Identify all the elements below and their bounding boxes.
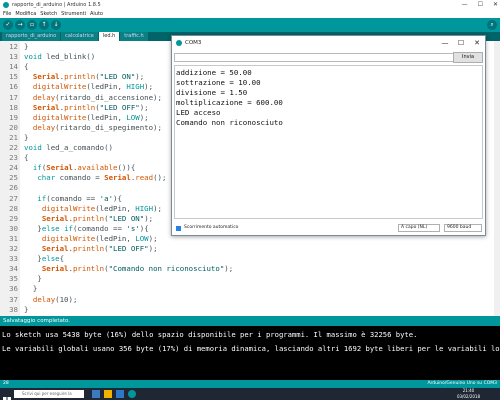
verify-icon[interactable]: ✓ <box>3 20 13 30</box>
explorer-icon[interactable] <box>104 390 112 398</box>
serial-minimize-button[interactable]: — <box>437 36 453 50</box>
arduino-taskbar-icon[interactable] <box>128 390 136 398</box>
windows-start-icon[interactable] <box>3 390 11 400</box>
taskbar-clock: 21:40 03/02/2018 <box>457 388 480 400</box>
window-controls: — ☐ ✕ <box>462 1 498 8</box>
serial-output-line: addizione = 50.00 <box>176 68 252 77</box>
line-number: 38 <box>9 304 18 314</box>
taskbar: Scrivi qui per eseguire la ricerca 21:40… <box>0 388 500 400</box>
autoscroll-checkbox[interactable] <box>176 226 181 231</box>
edge-icon[interactable] <box>116 390 124 398</box>
status-text: Salvataggio completato. <box>3 318 71 324</box>
code-line: 38} <box>0 304 500 315</box>
status-bar: Salvataggio completato. <box>0 316 500 326</box>
serial-output-line: divisione = 1.50 <box>176 88 248 97</box>
output-console: Lo sketch usa 5438 byte (16%) dello spaz… <box>0 326 500 380</box>
serial-maximize-button[interactable]: ☐ <box>453 36 469 50</box>
code-text: } <box>24 304 29 314</box>
serial-monitor-window: COM3 — ☐ ✕ Invia addizione = 50.00 sottra… <box>171 35 486 236</box>
serial-close-button[interactable]: ✕ <box>469 36 485 50</box>
toolbar: ✓ → ▫ ↑ ↓ ⌕ <box>0 18 500 32</box>
menu-file[interactable]: File <box>3 11 11 17</box>
window-title: rapporto_di_arduino | Arduino 1.8.5 <box>12 2 101 8</box>
upload-icon[interactable]: → <box>15 20 25 30</box>
maximize-button[interactable]: ☐ <box>478 1 483 8</box>
save-icon[interactable]: ↓ <box>51 20 61 30</box>
tab-traffic[interactable]: traffic.h <box>120 32 148 41</box>
send-button[interactable]: Invia <box>453 52 483 63</box>
tab-calcolatrice[interactable]: calcolatrice <box>61 32 98 41</box>
serial-output-line: moltiplicazione = 600.00 <box>176 98 283 107</box>
arduino-icon <box>176 40 182 46</box>
serial-output-line: Comando non riconosciuto <box>176 118 283 127</box>
minimize-button[interactable]: — <box>462 1 468 8</box>
menu-help[interactable]: Aiuto <box>90 11 103 17</box>
console-line: Le variabili globali usano 356 byte (17%… <box>2 344 500 353</box>
serial-titlebar: COM3 — ☐ ✕ <box>172 36 485 50</box>
serial-output-line: LED acceso <box>176 108 221 117</box>
menu-tools[interactable]: Strumenti <box>61 11 86 17</box>
serial-output-line: sottrazione = 10.00 <box>176 78 261 87</box>
taskview-icon[interactable] <box>92 390 100 398</box>
console-line: Lo sketch usa 5438 byte (16%) dello spaz… <box>2 330 418 339</box>
new-icon[interactable]: ▫ <box>27 20 37 30</box>
board-port-label: Arduino/Genuino Uno su COM3 <box>427 381 497 386</box>
open-icon[interactable]: ↑ <box>39 20 49 30</box>
serial-input[interactable] <box>174 53 454 62</box>
menu-sketch[interactable]: Sketch <box>40 11 57 17</box>
current-line-number: 28 <box>3 381 9 386</box>
menubar: File Modifica Sketch Strumenti Aiuto <box>0 10 500 18</box>
serial-output: addizione = 50.00 sottrazione = 10.00 divi… <box>174 65 483 219</box>
taskbar-search-input[interactable]: Scrivi qui per eseguire la ricerca <box>14 390 84 400</box>
menu-edit[interactable]: Modifica <box>15 11 36 17</box>
line-ending-select[interactable]: A capo (NL) <box>398 224 440 232</box>
editor-scrollbar[interactable] <box>494 41 500 316</box>
tab-led[interactable]: led.h <box>98 32 120 41</box>
autoscroll-label: Scorrimento automatico <box>184 225 239 230</box>
serial-title: COM3 <box>185 40 202 46</box>
arduino-icon <box>3 2 9 8</box>
serial-monitor-icon[interactable]: ⌕ <box>487 20 497 30</box>
serial-footer: Scorrimento automatico A capo (NL) 9600 … <box>172 222 485 235</box>
close-button[interactable]: ✕ <box>493 1 498 8</box>
window-titlebar: rapporto_di_arduino | Arduino 1.8.5 — ☐ … <box>0 0 500 10</box>
tab-rapporto[interactable]: rapporto_di_arduino <box>2 32 61 41</box>
baud-rate-select[interactable]: 9600 baud <box>444 224 482 232</box>
info-bar: 28 Arduino/Genuino Uno su COM3 <box>0 380 500 388</box>
clock-date: 03/02/2018 <box>456 394 480 399</box>
